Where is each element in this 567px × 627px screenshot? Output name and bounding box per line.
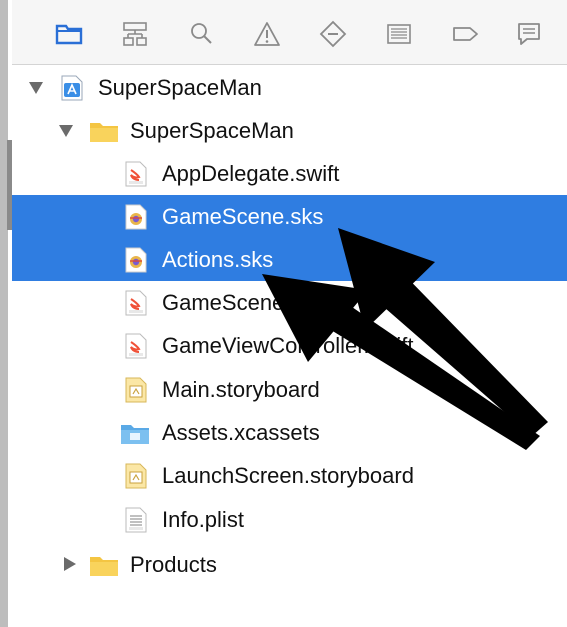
tree-item-label: Main.storyboard <box>162 376 320 402</box>
tree-item-label: LaunchScreen.storyboard <box>162 462 414 488</box>
warning-icon[interactable] <box>250 17 284 51</box>
tree-row-file-selected[interactable]: GameScene.sks <box>12 195 567 238</box>
folder-icon <box>89 552 119 578</box>
plist-file-icon <box>124 507 148 533</box>
storyboard-file-icon <box>124 377 148 403</box>
asset-folder-icon <box>120 420 150 446</box>
project-navigator: SuperSpaceMan SuperSpaceMan AppDelegate.… <box>12 64 567 627</box>
tree-row-file[interactable]: LaunchScreen.storyboard <box>12 454 567 497</box>
navigator-toolbar <box>12 0 567 65</box>
tree-row-file[interactable]: Info.plist <box>12 498 567 541</box>
storyboard-file-icon <box>124 463 148 489</box>
tree-item-label: Assets.xcassets <box>162 419 320 445</box>
tree-item-label: GameScene.sks <box>162 203 324 229</box>
test-diamond-icon[interactable] <box>316 17 350 51</box>
xcode-project-icon <box>60 75 84 101</box>
tree-row-file[interactable]: Main.storyboard <box>12 368 567 411</box>
window-edge <box>0 0 8 627</box>
tree-row-file[interactable]: GameScene.swift <box>12 281 567 324</box>
swift-file-icon <box>124 333 148 359</box>
sks-file-icon <box>124 247 148 273</box>
swift-file-icon <box>124 290 148 316</box>
disclosure-triangle-icon[interactable] <box>64 557 76 571</box>
tree-item-label: Info.plist <box>162 506 244 532</box>
disclosure-triangle-icon[interactable] <box>29 82 43 94</box>
folder-icon[interactable] <box>52 17 86 51</box>
report-icon[interactable] <box>512 17 546 51</box>
tree-item-label: GameViewController.swift <box>162 332 414 358</box>
tree-item-label: Products <box>130 551 217 577</box>
tree-row-group[interactable]: SuperSpaceMan <box>12 109 567 152</box>
tree-item-label: SuperSpaceMan <box>98 74 262 100</box>
tree-row-file[interactable]: AppDelegate.swift <box>12 152 567 195</box>
tree-item-label: AppDelegate.swift <box>162 160 340 186</box>
breakpoint-tag-icon[interactable] <box>448 17 482 51</box>
disclosure-triangle-icon[interactable] <box>59 125 73 137</box>
tree-row-project[interactable]: SuperSpaceMan <box>12 66 567 109</box>
tree-row-file[interactable]: Assets.xcassets <box>12 411 567 454</box>
debug-list-icon[interactable] <box>382 17 416 51</box>
swift-file-icon <box>124 161 148 187</box>
tree-row-file-selected[interactable]: Actions.sks <box>12 238 567 281</box>
tree-item-label: GameScene.swift <box>162 289 335 315</box>
search-icon[interactable] <box>184 17 218 51</box>
folder-icon <box>89 118 119 144</box>
tree-row-file[interactable]: GameViewController.swift <box>12 324 567 367</box>
hierarchy-icon[interactable] <box>118 17 152 51</box>
sks-file-icon <box>124 204 148 230</box>
tree-item-label: SuperSpaceMan <box>130 117 294 143</box>
tree-item-label: Actions.sks <box>162 246 274 272</box>
tree-row-products[interactable]: Products <box>12 543 567 586</box>
